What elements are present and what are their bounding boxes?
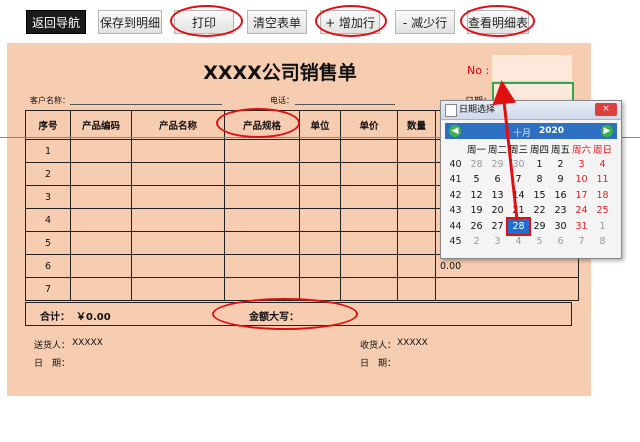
annotation-arrow [492,80,519,221]
